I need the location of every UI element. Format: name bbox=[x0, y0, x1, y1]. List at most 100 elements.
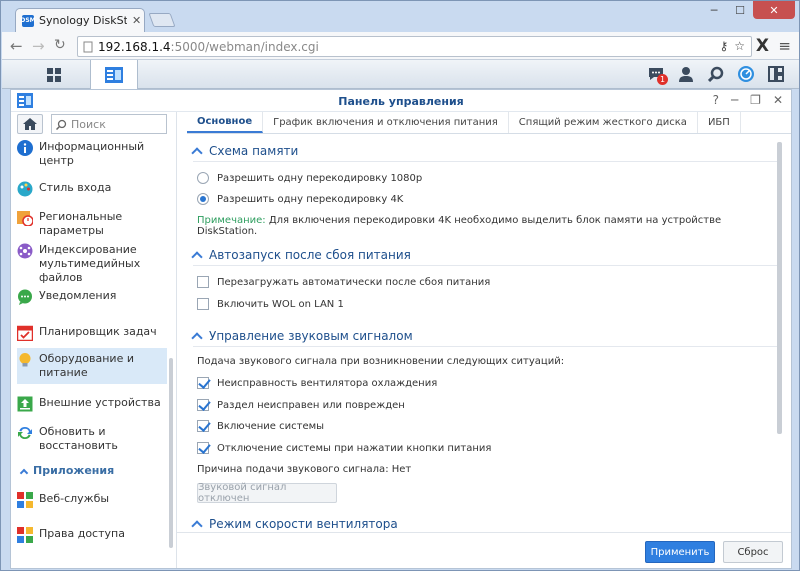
radio-1080p[interactable] bbox=[197, 172, 209, 184]
sidebar-item-web-services[interactable]: Веб-службы bbox=[17, 492, 167, 508]
memory-section-header[interactable]: Схема памяти bbox=[191, 144, 299, 159]
panel-close-icon[interactable]: ✕ bbox=[773, 93, 783, 107]
sidebar-item-hardware-power[interactable]: Оборудование и питание bbox=[17, 348, 167, 384]
option-label: Разрешить одну перекодировку 4K bbox=[217, 193, 404, 205]
window-close-icon[interactable]: ✕ bbox=[753, 1, 795, 19]
desktop-layout-icon[interactable] bbox=[765, 63, 787, 85]
shutdown-checkbox[interactable] bbox=[197, 442, 209, 454]
help-icon[interactable]: ? bbox=[713, 93, 719, 107]
panel-minimize-icon[interactable]: ─ bbox=[731, 93, 738, 107]
sidebar-item-label: Индексирование мультимедийных файлов bbox=[39, 243, 141, 284]
section-title: Управление звуковым сигналом bbox=[209, 329, 413, 343]
wol-checkbox[interactable] bbox=[197, 298, 209, 310]
sidebar-item-label: Веб-службы bbox=[39, 492, 110, 505]
widgets-clock-icon[interactable] bbox=[735, 63, 757, 85]
sidebar-item-media-indexing[interactable]: Индексирование мультимедийных файлов bbox=[17, 243, 167, 285]
address-bar[interactable]: 192.168.1.4:5000/webman/index.cgi ⚷ ☆ bbox=[77, 36, 752, 57]
apply-button[interactable]: Применить bbox=[645, 541, 715, 563]
section-label: Приложения bbox=[33, 464, 115, 477]
volume-checkbox[interactable] bbox=[197, 399, 209, 411]
sidebar-item-external-devices[interactable]: Внешние устройства bbox=[17, 396, 167, 412]
bookmark-star-icon[interactable]: ☆ bbox=[734, 39, 745, 53]
back-arrow-icon[interactable]: ← bbox=[10, 37, 23, 55]
beep-reason: Причина подачи звукового сигнала: Нет bbox=[197, 464, 412, 475]
sidebar-item-update-restore[interactable]: Обновить и восстановить bbox=[17, 425, 167, 453]
sidebar-item-privileges[interactable]: Права доступа bbox=[17, 527, 167, 543]
divider bbox=[193, 161, 778, 162]
tab-bar: Основное График включения и отключения п… bbox=[187, 112, 791, 134]
main-menu-button[interactable] bbox=[26, 60, 82, 89]
sidebar-section-apps[interactable]: Приложения bbox=[19, 464, 115, 477]
reload-icon[interactable]: ↻ bbox=[54, 37, 66, 53]
sidebar-item-info-center[interactable]: Информационный центр bbox=[17, 140, 167, 168]
browser-tab[interactable]: DSM Synology DiskStation - DS ✕ bbox=[15, 8, 145, 32]
option-label: Отключение системы при нажатии кнопки пи… bbox=[217, 442, 492, 454]
minimize-icon[interactable]: ─ bbox=[701, 1, 727, 19]
notifications-icon[interactable]: 1 bbox=[645, 63, 668, 85]
sidebar-item-label: Информационный центр bbox=[39, 140, 145, 167]
sidebar-item-label: Внешние устройства bbox=[39, 396, 161, 409]
memory-option-4k[interactable]: Разрешить одну перекодировку 4K bbox=[197, 193, 403, 205]
content-scrollbar[interactable] bbox=[777, 142, 782, 434]
option-label: Включение системы bbox=[217, 420, 325, 432]
browser-window: DSM Synology DiskStation - DS ✕ ─ ☐ ✕ ← … bbox=[0, 0, 800, 571]
section-title: Схема памяти bbox=[209, 144, 299, 158]
tab-hdd-hibernation[interactable]: Спящий режим жесткого диска bbox=[509, 112, 698, 133]
control-panel-header: Панель управления ? ─ ❐ ✕ bbox=[11, 90, 791, 112]
taskbar-control-panel[interactable] bbox=[90, 60, 138, 89]
tab-general[interactable]: Основное bbox=[187, 112, 264, 133]
autostart-section-header[interactable]: Автозапуск после сбоя питания bbox=[191, 248, 411, 263]
extension-x-icon[interactable]: X bbox=[756, 36, 769, 56]
beep-fan-option[interactable]: Неисправность вентилятора охлаждения bbox=[197, 377, 437, 389]
tab-title: Synology DiskStation - DS bbox=[39, 14, 127, 27]
home-button[interactable] bbox=[17, 114, 43, 134]
reset-button[interactable]: Сброс bbox=[723, 541, 783, 563]
panel-window-controls: ? ─ ❐ ✕ bbox=[713, 93, 783, 107]
sidebar-item-label: Региональные параметры bbox=[39, 210, 123, 237]
beep-section-header[interactable]: Управление звуковым сигналом bbox=[191, 329, 413, 344]
memory-option-1080p[interactable]: Разрешить одну перекодировку 1080p bbox=[197, 172, 422, 184]
sidebar-item-notifications[interactable]: Уведомления bbox=[17, 289, 167, 305]
lightbulb-icon bbox=[19, 353, 31, 367]
omnibox-actions: ⚷ ☆ bbox=[719, 39, 745, 53]
sidebar-scrollbar[interactable] bbox=[169, 358, 173, 548]
fan-checkbox[interactable] bbox=[197, 377, 209, 389]
tab-power-schedule[interactable]: График включения и отключения питания bbox=[263, 112, 509, 133]
fan-section-header[interactable]: Режим скорости вентилятора bbox=[191, 517, 398, 530]
chevron-up-icon bbox=[19, 468, 29, 477]
sidebar-item-task-scheduler[interactable]: Планировщик задач bbox=[17, 325, 167, 341]
maximize-icon[interactable]: ☐ bbox=[727, 1, 753, 19]
wol-option[interactable]: Включить WOL on LAN 1 bbox=[197, 298, 344, 310]
beep-shutdown-option[interactable]: Отключение системы при нажатии кнопки пи… bbox=[197, 442, 491, 454]
control-panel-icon bbox=[105, 66, 123, 83]
taskbar-right: 1 bbox=[645, 63, 787, 85]
sidebar-search-input[interactable]: Поиск bbox=[51, 114, 167, 134]
new-tab-button[interactable] bbox=[148, 13, 176, 27]
window-title: Панель управления bbox=[338, 95, 464, 108]
search-icon[interactable] bbox=[705, 63, 727, 85]
panel-restore-icon[interactable]: ❐ bbox=[750, 93, 761, 107]
autostart-restart-option[interactable]: Перезагружать автоматически после сбоя п… bbox=[197, 276, 490, 288]
key-icon[interactable]: ⚷ bbox=[719, 39, 728, 53]
option-label: Раздел неисправен или поврежден bbox=[217, 399, 405, 411]
startup-checkbox[interactable] bbox=[197, 420, 209, 432]
sidebar-item-regional[interactable]: Региональные параметры bbox=[17, 210, 167, 238]
tab-ups[interactable]: ИБП bbox=[698, 112, 741, 133]
beep-volume-option[interactable]: Раздел неисправен или поврежден bbox=[197, 399, 405, 411]
beep-muted-button[interactable]: Звуковой сигнал отключен bbox=[197, 482, 337, 504]
user-icon[interactable] bbox=[675, 63, 697, 85]
beep-startup-option[interactable]: Включение системы bbox=[197, 420, 324, 432]
sidebar-item-login-style[interactable]: Стиль входа bbox=[17, 181, 167, 197]
chevron-up-icon bbox=[191, 251, 203, 263]
dsm-favicon-icon: DSM bbox=[20, 14, 36, 27]
sidebar-item-label: Уведомления bbox=[39, 289, 117, 302]
browser-menu-icon[interactable]: ≡ bbox=[778, 37, 791, 55]
chevron-up-icon bbox=[191, 147, 203, 159]
forward-arrow-icon[interactable]: → bbox=[32, 37, 45, 55]
radio-4k[interactable] bbox=[197, 193, 209, 205]
url-text: 192.168.1.4:5000/webman/index.cgi bbox=[98, 40, 319, 54]
restart-checkbox[interactable] bbox=[197, 276, 209, 288]
sidebar-item-label: Планировщик задач bbox=[39, 325, 157, 338]
option-label: Перезагружать автоматически после сбоя п… bbox=[217, 276, 491, 288]
tab-close-icon[interactable]: ✕ bbox=[132, 14, 141, 27]
